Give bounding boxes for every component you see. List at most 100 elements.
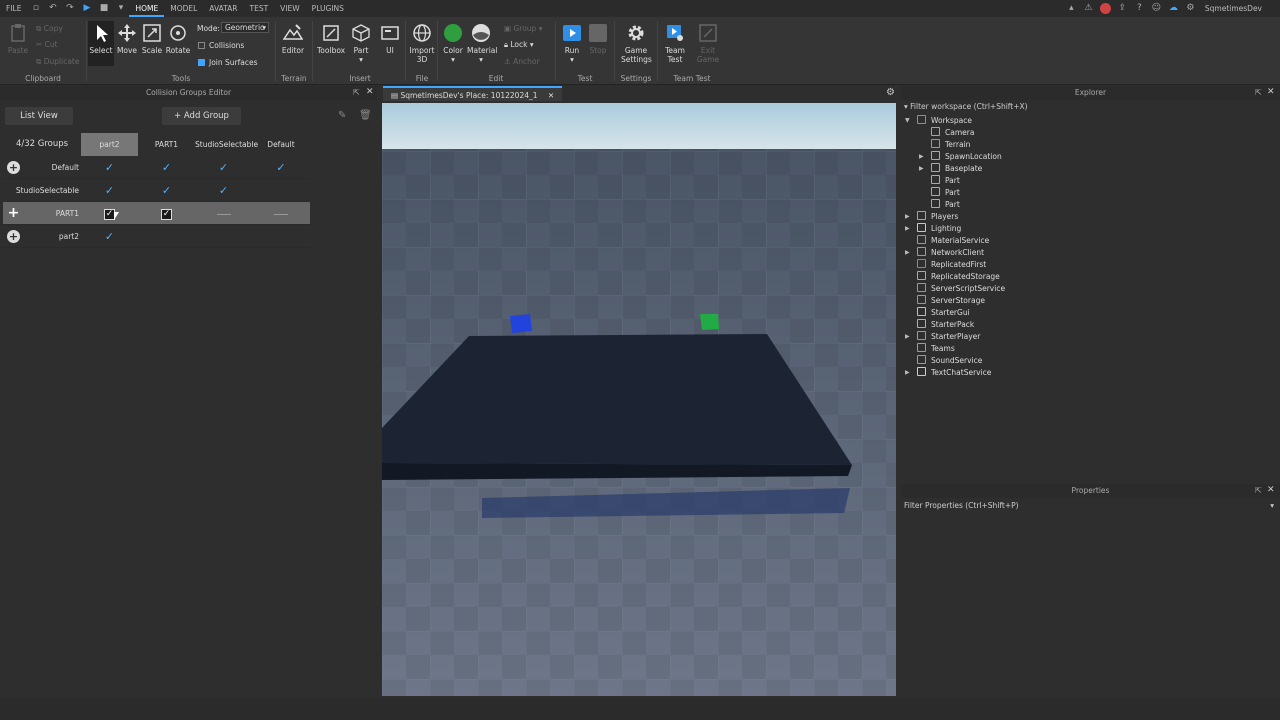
tree-item[interactable]: Part bbox=[931, 199, 960, 211]
help-icon[interactable]: ? bbox=[1134, 3, 1145, 14]
collisions-toggle[interactable]: Collisions bbox=[198, 41, 244, 50]
collapse-ribbon-icon[interactable]: ▴ bbox=[1066, 3, 1077, 14]
tree-item[interactable]: MaterialService bbox=[917, 235, 989, 247]
cut-button[interactable]: ✂ Cut bbox=[36, 40, 58, 49]
close-tab-icon[interactable]: ✕ bbox=[548, 91, 554, 100]
tree-item[interactable]: Teams bbox=[917, 343, 955, 355]
join-surfaces-checkbox[interactable] bbox=[198, 59, 205, 66]
rotate-tool-button[interactable]: Rotate bbox=[164, 21, 192, 55]
ui-button[interactable]: UI bbox=[376, 21, 404, 55]
collision-cell[interactable]: ✓ bbox=[252, 156, 310, 179]
quick-access-dropdown-icon[interactable]: ▾ bbox=[115, 3, 126, 14]
mode-select[interactable]: Geometric ▾ bbox=[221, 22, 269, 33]
collapsed-arrow-icon[interactable]: ▶ bbox=[905, 333, 910, 340]
part-button[interactable]: Part ▾ bbox=[347, 21, 375, 64]
tree-item[interactable]: Part bbox=[931, 187, 960, 199]
share-icon[interactable]: ⇪ bbox=[1117, 3, 1128, 14]
tree-item[interactable]: NetworkClient bbox=[917, 247, 984, 259]
tree-item[interactable]: StarterPlayer bbox=[917, 331, 980, 343]
collision-cell[interactable]: ✓ bbox=[81, 225, 138, 248]
tree-item[interactable]: Part bbox=[931, 175, 960, 187]
tree-item[interactable]: ServerStorage bbox=[917, 295, 985, 307]
tree-item[interactable]: TextChatService bbox=[917, 367, 991, 379]
avatar-icon[interactable] bbox=[1099, 3, 1111, 14]
collision-cell[interactable] bbox=[252, 202, 310, 225]
chevron-down-icon[interactable]: ▾ bbox=[439, 55, 467, 64]
tab-model[interactable]: MODEL bbox=[164, 0, 203, 17]
3d-viewport[interactable] bbox=[382, 103, 896, 696]
exit-game-button[interactable]: Exit Game bbox=[694, 21, 722, 64]
duplicate-button[interactable]: ⧉ Duplicate bbox=[36, 57, 79, 67]
collisions-checkbox[interactable] bbox=[198, 42, 205, 49]
game-settings-button[interactable]: Game Settings bbox=[621, 21, 652, 64]
anchor-button[interactable]: ⚓︎ Anchor bbox=[504, 57, 540, 66]
column-header-default[interactable]: Default bbox=[252, 133, 310, 156]
tree-item[interactable]: StarterPack bbox=[917, 319, 974, 331]
stop-icon[interactable]: ■ bbox=[98, 3, 109, 14]
collision-checkbox[interactable]: ✓ bbox=[138, 202, 195, 225]
explorer-filter-input[interactable]: ▾ Filter workspace (Ctrl+Shift+X) bbox=[904, 101, 1274, 113]
tree-item[interactable]: StarterGui bbox=[917, 307, 970, 319]
chevron-down-icon[interactable]: ▾ bbox=[558, 55, 586, 64]
column-header-part2[interactable]: part2 bbox=[81, 133, 138, 156]
undo-icon[interactable]: ↶ bbox=[47, 3, 58, 14]
tree-item[interactable]: ReplicatedStorage bbox=[917, 271, 1000, 283]
join-surfaces-toggle[interactable]: Join Surfaces bbox=[198, 58, 258, 67]
scale-tool-button[interactable]: Scale bbox=[138, 21, 166, 55]
tree-item[interactable]: Camera bbox=[931, 127, 974, 139]
toolbox-button[interactable]: Toolbox bbox=[317, 21, 345, 55]
column-header-part1[interactable]: PART1 bbox=[138, 133, 195, 156]
cloud-icon[interactable]: ☁ bbox=[1168, 3, 1179, 14]
notification-icon[interactable]: ⚠ bbox=[1083, 3, 1094, 14]
collision-cell[interactable]: ✓ bbox=[195, 179, 252, 202]
tab-avatar[interactable]: AVATAR bbox=[203, 0, 243, 17]
tab-view[interactable]: VIEW bbox=[274, 0, 306, 17]
tree-item[interactable]: Players bbox=[917, 211, 958, 223]
tree-item[interactable]: SoundService bbox=[917, 355, 982, 367]
collision-cell[interactable] bbox=[195, 202, 252, 225]
select-tool-button[interactable]: Select bbox=[88, 21, 114, 66]
collision-cell[interactable]: ✓ bbox=[81, 179, 138, 202]
collapsed-arrow-icon[interactable]: ▶ bbox=[905, 369, 910, 376]
properties-filter-input[interactable]: Filter Properties (Ctrl+Shift+P) ▾ bbox=[904, 500, 1276, 512]
play-icon[interactable]: ▶ bbox=[81, 3, 92, 14]
tree-item[interactable]: Workspace bbox=[917, 115, 972, 127]
chevron-down-icon[interactable]: ▾ bbox=[347, 55, 375, 64]
tab-home[interactable]: HOME bbox=[129, 0, 165, 17]
collision-cell[interactable]: ✓ bbox=[195, 156, 252, 179]
team-create-icon[interactable]: ☺ bbox=[1151, 3, 1162, 14]
material-button[interactable]: Material ▾ bbox=[467, 21, 497, 64]
collision-cell[interactable]: ✓ bbox=[81, 156, 138, 179]
collapsed-arrow-icon[interactable]: ▶ bbox=[919, 153, 924, 160]
undock-icon[interactable]: ⇱ bbox=[1255, 486, 1262, 495]
blue-part[interactable] bbox=[510, 314, 532, 333]
close-icon[interactable]: ✕ bbox=[366, 87, 374, 97]
close-icon[interactable]: ✕ bbox=[1267, 485, 1275, 495]
trash-icon[interactable]: 🗑︎ bbox=[359, 110, 372, 121]
group-button[interactable]: ▣ Group ▾ bbox=[504, 24, 542, 33]
tab-plugins[interactable]: PLUGINS bbox=[306, 0, 350, 17]
file-menu[interactable]: FILE bbox=[0, 0, 27, 17]
place-tab[interactable]: ▤ SqmetimesDev's Place: 10122024_1 ✕ bbox=[383, 86, 563, 101]
collapsed-arrow-icon[interactable]: ▶ bbox=[905, 213, 910, 220]
terrain-editor-button[interactable]: Editor bbox=[279, 21, 307, 55]
add-group-button[interactable]: + Add Group bbox=[162, 107, 241, 125]
tree-item[interactable]: ReplicatedFirst bbox=[917, 259, 986, 271]
stop-button[interactable]: Stop bbox=[584, 21, 612, 55]
tree-item[interactable]: Lighting bbox=[917, 223, 961, 235]
run-button[interactable]: Run ▾ bbox=[558, 21, 586, 64]
move-tool-button[interactable]: Move bbox=[113, 21, 141, 55]
username[interactable]: SqmetimesDev bbox=[1199, 0, 1268, 17]
list-view-button[interactable]: List View bbox=[5, 107, 73, 125]
viewport-settings-icon[interactable]: ⚙ bbox=[886, 87, 895, 98]
collision-cell[interactable]: ✓ bbox=[138, 179, 195, 202]
collision-cell[interactable]: ✓ bbox=[138, 156, 195, 179]
undock-icon[interactable]: ⇱ bbox=[1255, 88, 1262, 97]
green-part[interactable] bbox=[700, 314, 719, 330]
paste-button[interactable]: Paste bbox=[4, 21, 32, 55]
copy-button[interactable]: ⧉ Copy bbox=[36, 24, 63, 34]
collision-checkbox[interactable]: ✓ bbox=[81, 202, 138, 225]
tree-item[interactable]: Terrain bbox=[931, 139, 970, 151]
column-header-studioselectable[interactable]: StudioSelectable bbox=[195, 133, 258, 156]
settings-icon[interactable]: ⚙ bbox=[1185, 3, 1196, 14]
